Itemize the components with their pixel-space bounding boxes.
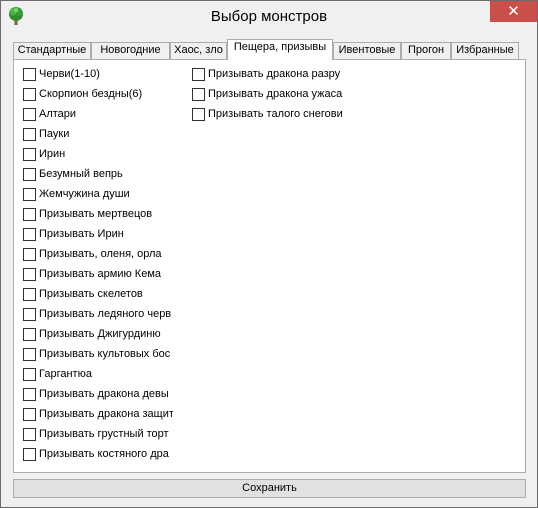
checkbox-item[interactable]: Призывать дракона девы — [23, 388, 173, 408]
title-bar[interactable]: Выбор монстров ✕ — [1, 1, 537, 32]
checkbox[interactable] — [23, 168, 36, 181]
checkbox-label: Безумный вепрь — [39, 168, 123, 180]
checkbox-label: Алтари — [39, 108, 77, 120]
tab-new-year[interactable]: Новогодние — [91, 42, 170, 59]
checkbox-item[interactable]: Призывать грустный торт — [23, 428, 173, 448]
checkbox-item[interactable]: Призывать костяного дра — [23, 448, 173, 468]
checkbox[interactable] — [23, 188, 36, 201]
checkbox[interactable] — [23, 368, 36, 381]
checkbox-label: Призывать, оленя, орла — [39, 248, 162, 260]
checkbox-label: Призывать костяного дра — [39, 448, 169, 460]
tab-events[interactable]: Ивентовые — [333, 42, 401, 59]
checkbox-label: Призывать армию Кема — [39, 268, 161, 280]
checkbox-label: Пауки — [39, 128, 70, 140]
checkbox[interactable] — [192, 108, 205, 121]
checkbox-label: Черви(1-10) — [39, 68, 100, 80]
close-icon: ✕ — [507, 2, 520, 20]
client-area: Стандартные Новогодние Хаос, зло Пещера,… — [8, 32, 532, 502]
checkbox[interactable] — [23, 208, 36, 221]
checkbox-item[interactable]: Призывать Джигурдиню — [23, 328, 173, 348]
checkbox-item[interactable]: Гаргантюа — [23, 368, 173, 388]
checkbox-item[interactable]: Алтари — [23, 108, 173, 128]
checkbox-item[interactable]: Призывать скелетов — [23, 288, 173, 308]
window-title: Выбор монстров — [210, 8, 328, 25]
checkbox-label: Гаргантюа — [39, 368, 92, 380]
monster-select-window: Выбор монстров ✕ Стандартные Новогодние … — [0, 0, 538, 508]
checkbox-item[interactable]: Призывать культовых бос — [23, 348, 173, 368]
checkbox-label: Призывать дракона защит — [39, 408, 173, 420]
checkbox[interactable] — [23, 448, 36, 461]
save-button[interactable]: Сохранить — [13, 479, 526, 498]
tab-favorites[interactable]: Избранные — [451, 42, 519, 59]
checkbox-item[interactable]: Черви(1-10) — [23, 68, 173, 88]
checkbox[interactable] — [23, 228, 36, 241]
checkbox[interactable] — [23, 348, 36, 361]
checkbox[interactable] — [23, 288, 36, 301]
checkbox-label: Призывать Ирин — [39, 228, 124, 240]
checkbox-item[interactable]: Жемчужина души — [23, 188, 173, 208]
checkbox[interactable] — [23, 88, 36, 101]
checkbox-item[interactable]: Безумный вепрь — [23, 168, 173, 188]
checkbox[interactable] — [192, 68, 205, 81]
checkbox-label: Призывать дракона ужаса — [208, 88, 343, 100]
close-button[interactable]: ✕ — [490, 1, 537, 22]
checkbox-item[interactable]: Скорпион бездны(6) — [23, 88, 173, 108]
checkbox[interactable] — [23, 108, 36, 121]
tab-cave-summons[interactable]: Пещера, призывы — [227, 39, 333, 60]
checkbox-label: Призывать грустный торт — [39, 428, 169, 440]
checkbox[interactable] — [23, 68, 36, 81]
tab-strip: Стандартные Новогодние Хаос, зло Пещера,… — [13, 39, 527, 60]
checkbox-label: Призывать скелетов — [39, 288, 143, 300]
checkbox-item[interactable]: Призывать дракона ужаса — [192, 88, 343, 108]
checkbox-label: Ирин — [39, 148, 66, 160]
checkbox[interactable] — [23, 328, 36, 341]
checkbox[interactable] — [23, 128, 36, 141]
checkbox[interactable] — [23, 408, 36, 421]
checkbox[interactable] — [23, 248, 36, 261]
checkbox-item[interactable]: Призывать Ирин — [23, 228, 173, 248]
checkbox[interactable] — [23, 308, 36, 321]
checkbox-item[interactable]: Призывать, оленя, орла — [23, 248, 173, 268]
checkbox[interactable] — [23, 388, 36, 401]
checkbox-column-1: Черви(1-10) Скорпион бездны(6) Алтари Пауки… — [23, 68, 173, 468]
checkbox[interactable] — [23, 268, 36, 281]
checkbox-item[interactable]: Призывать дракона разру — [192, 68, 343, 88]
tab-run[interactable]: Прогон — [401, 42, 451, 59]
checkbox-item[interactable]: Призывать армию Кема — [23, 268, 173, 288]
checkbox-item[interactable]: Призывать дракона защит — [23, 408, 173, 428]
checkbox-item[interactable]: Призывать ледяного черв — [23, 308, 173, 328]
checkbox-item[interactable]: Призывать мертвецов — [23, 208, 173, 228]
checkbox-label: Призывать ледяного черв — [39, 308, 172, 320]
tab-chaos-evil[interactable]: Хаос, зло — [170, 42, 227, 59]
checkbox-label: Призывать мертвецов — [39, 208, 153, 220]
tab-panel-cave-summons: Черви(1-10) Скорпион бездны(6) Алтари Пауки… — [13, 59, 526, 473]
checkbox[interactable] — [192, 88, 205, 101]
checkbox-column-2: Призывать дракона разру Призывать дракона… — [192, 68, 343, 128]
checkbox-label: Призывать талого снегови — [208, 108, 343, 120]
checkbox[interactable] — [23, 148, 36, 161]
checkbox-item[interactable]: Пауки — [23, 128, 173, 148]
checkbox-label: Жемчужина души — [39, 188, 130, 200]
checkbox-label: Призывать культовых бос — [39, 348, 171, 360]
checkbox-item[interactable]: Ирин — [23, 148, 173, 168]
checkbox-label: Скорпион бездны(6) — [39, 88, 143, 100]
tab-standard[interactable]: Стандартные — [13, 42, 91, 59]
checkbox[interactable] — [23, 428, 36, 441]
checkbox-label: Призывать дракона девы — [39, 388, 169, 400]
checkbox-label: Призывать дракона разру — [208, 68, 341, 80]
checkbox-label: Призывать Джигурдиню — [39, 328, 161, 340]
checkbox-item[interactable]: Призывать талого снегови — [192, 108, 343, 128]
